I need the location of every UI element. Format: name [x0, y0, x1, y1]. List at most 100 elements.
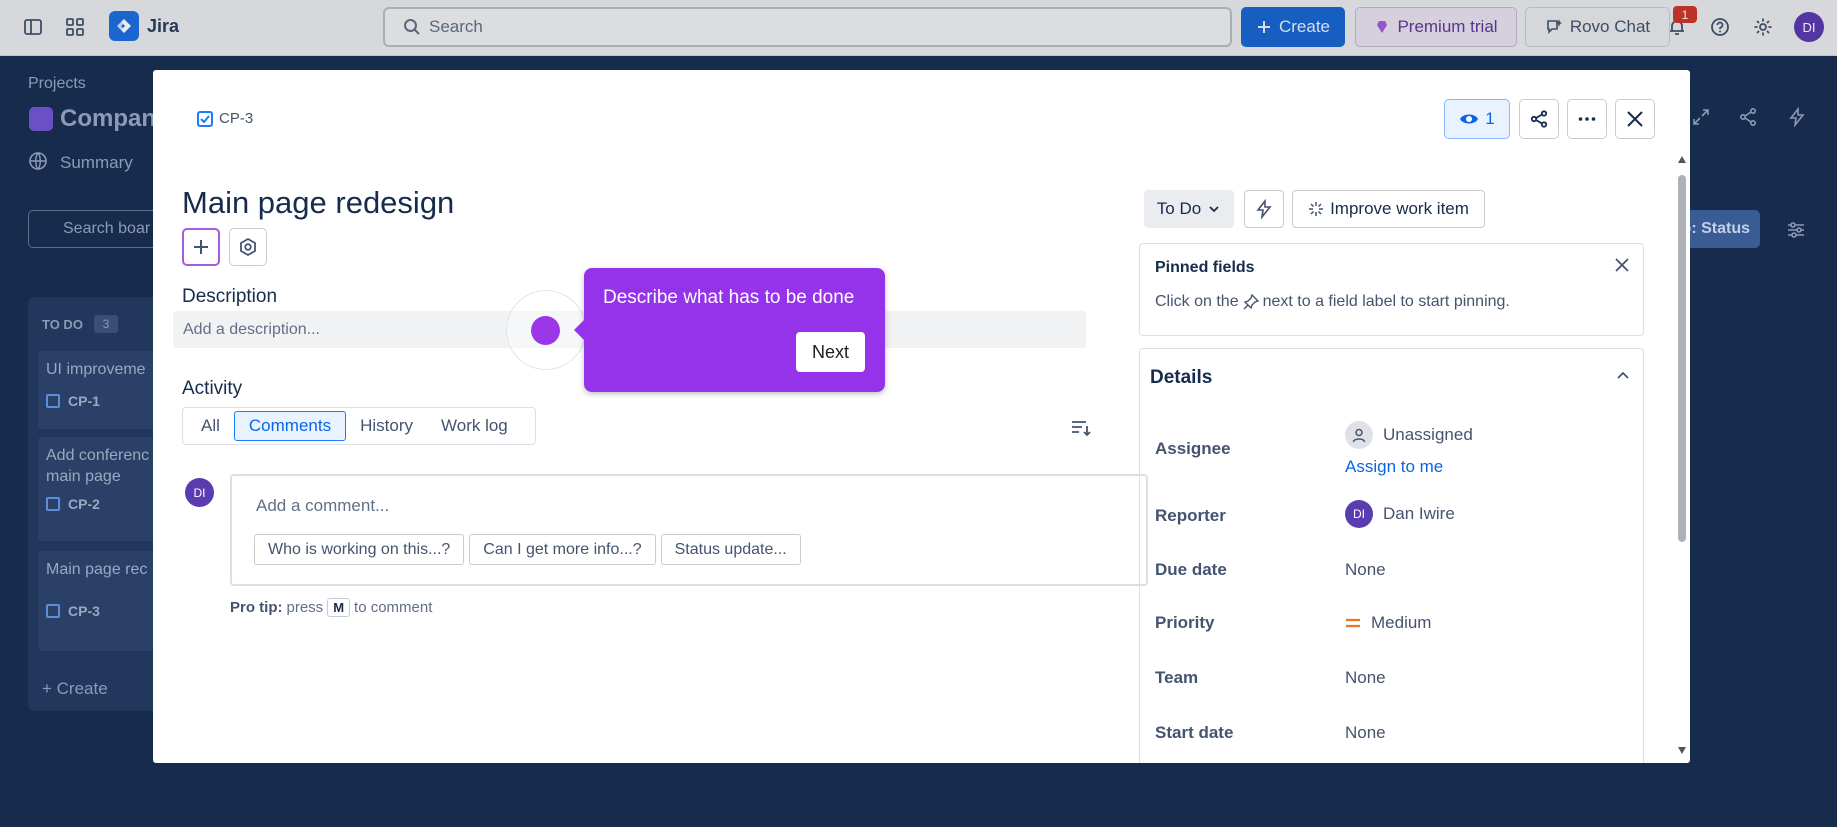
tab-work-log[interactable]: Work log — [427, 411, 522, 441]
pinned-hint-before: Click on the — [1155, 293, 1239, 310]
column-count: 3 — [94, 315, 118, 333]
close-icon[interactable] — [1613, 256, 1631, 274]
issue-key: CP-3 — [219, 110, 254, 127]
column-title: TO DO — [42, 317, 83, 332]
quick-reply-chip[interactable]: Who is working on this...? — [254, 534, 465, 565]
board-search-placeholder: Search boar — [63, 220, 151, 237]
checkbox-icon — [46, 394, 60, 408]
start-date-value[interactable]: None — [1345, 723, 1386, 743]
help-icon[interactable] — [1707, 14, 1733, 40]
board-card[interactable]: Add conferenc main page CP-2 — [38, 437, 158, 541]
quick-replies: Who is working on this...? Can I get mor… — [254, 534, 801, 565]
sparkle-icon — [1308, 201, 1324, 217]
board-search-input[interactable]: Search boar — [28, 210, 158, 248]
create-label: Create — [1278, 17, 1331, 36]
card-title: UI improveme — [46, 361, 146, 378]
bolt-icon — [1254, 199, 1274, 219]
gem-icon — [1374, 19, 1390, 35]
tour-text: Describe what has to be done — [603, 287, 855, 308]
create-button[interactable]: Create — [1241, 7, 1345, 47]
reporter-avatar: DI — [1345, 500, 1373, 528]
more-actions-button[interactable] — [1567, 99, 1607, 139]
search-icon — [403, 18, 421, 36]
premium-label: Premium trial — [1397, 17, 1498, 36]
tour-next-button[interactable]: Next — [796, 332, 865, 372]
app-name[interactable]: Jira — [147, 16, 179, 37]
app-switcher-icon[interactable] — [62, 14, 88, 40]
quick-reply-chip[interactable]: Status update... — [660, 534, 801, 565]
issue-title[interactable]: Main page redesign — [182, 185, 454, 221]
team-value[interactable]: None — [1345, 668, 1386, 688]
scroll-thumb[interactable] — [1678, 175, 1686, 542]
reporter-value[interactable]: DI Dan Iwire — [1345, 500, 1455, 528]
improve-label: Improve work item — [1330, 199, 1469, 218]
comment-avatar: DI — [185, 478, 214, 507]
scroll-up-arrow-icon[interactable] — [1677, 155, 1687, 165]
filter-settings-icon[interactable] — [1786, 220, 1806, 240]
chat-sparkle-icon — [1545, 18, 1563, 36]
sort-order-icon[interactable] — [1070, 418, 1092, 438]
watcher-count: 1 — [1485, 109, 1495, 128]
board-card[interactable]: UI improveme CP-1 — [38, 351, 158, 429]
assign-to-me-link[interactable]: Assign to me — [1345, 457, 1443, 477]
user-avatar[interactable]: DI — [1794, 12, 1824, 42]
tab-summary[interactable]: Summary — [60, 153, 133, 173]
tab-history[interactable]: History — [346, 411, 427, 441]
board-column-todo: TO DO 3 UI improveme CP-1 Add conferenc … — [28, 297, 158, 711]
tour-tooltip: Describe what has to be done Next — [574, 268, 885, 392]
pinned-hint: Click on the next to a field label to st… — [1155, 293, 1510, 311]
assignee-value[interactable]: Unassigned — [1345, 421, 1473, 449]
improve-work-item-button[interactable]: Improve work item — [1292, 190, 1485, 228]
card-title: Main page rec — [46, 561, 148, 578]
issue-key-breadcrumb[interactable]: CP-3 — [197, 110, 253, 127]
watch-button[interactable]: 1 — [1444, 99, 1510, 139]
settings-gear-icon[interactable] — [1750, 14, 1776, 40]
premium-trial-button[interactable]: Premium trial — [1355, 7, 1517, 47]
jira-logo-icon[interactable] — [109, 11, 139, 41]
quick-reply-chip[interactable]: Can I get more info...? — [469, 534, 656, 565]
pinned-title: Pinned fields — [1155, 259, 1255, 276]
assignee-label: Assignee — [1155, 439, 1231, 458]
expand-icon[interactable] — [1691, 107, 1711, 127]
rovo-label: Rovo Chat — [1569, 17, 1651, 36]
search-input[interactable]: Search — [383, 7, 1232, 47]
description-placeholder: Add a description... — [183, 320, 320, 338]
column-create-button[interactable]: + Create — [42, 679, 108, 699]
tab-comments[interactable]: Comments — [233, 411, 347, 441]
checkbox-icon — [46, 604, 60, 618]
globe-icon — [28, 151, 48, 171]
board-card[interactable]: Main page rec CP-3 — [38, 551, 158, 651]
assignee-name: Unassigned — [1383, 425, 1473, 444]
add-button[interactable] — [182, 228, 220, 266]
protip-key: M — [327, 598, 351, 617]
apps-button[interactable] — [229, 228, 267, 266]
card-key: CP-1 — [68, 393, 100, 409]
reporter-name: Dan Iwire — [1383, 504, 1455, 523]
modal-scrollbar[interactable] — [1676, 155, 1688, 760]
share-icon[interactable] — [1738, 107, 1758, 127]
protip-suffix: to comment — [354, 599, 433, 616]
rovo-chat-button[interactable]: Rovo Chat — [1525, 7, 1670, 47]
top-navigation: Jira Search Create Premium trial Rovo Ch… — [0, 0, 1837, 56]
chevron-down-icon — [1207, 202, 1221, 216]
tab-all[interactable]: All — [187, 411, 234, 441]
chevron-up-icon[interactable] — [1614, 367, 1632, 385]
share-button[interactable] — [1519, 99, 1559, 139]
sidebar-toggle-icon[interactable] — [20, 14, 46, 40]
card-key: CP-2 — [68, 496, 100, 512]
automation-button[interactable] — [1244, 190, 1284, 228]
priority-value[interactable]: Medium — [1345, 613, 1431, 633]
close-button[interactable] — [1615, 99, 1655, 139]
notification-badge: 1 — [1673, 6, 1697, 23]
hexagon-settings-icon — [238, 237, 258, 257]
comment-editor[interactable]: Add a comment... Who is working on this.… — [230, 474, 1148, 586]
automation-bolt-icon[interactable] — [1787, 107, 1807, 127]
scroll-down-arrow-icon[interactable] — [1677, 745, 1687, 755]
tour-beacon[interactable] — [531, 316, 560, 345]
due-date-value[interactable]: None — [1345, 560, 1386, 580]
ellipsis-icon — [1577, 109, 1597, 129]
details-title[interactable]: Details — [1150, 367, 1212, 389]
status-dropdown[interactable]: To Do — [1144, 190, 1234, 228]
user-placeholder-icon — [1345, 421, 1373, 449]
breadcrumb[interactable]: Projects — [28, 75, 86, 93]
